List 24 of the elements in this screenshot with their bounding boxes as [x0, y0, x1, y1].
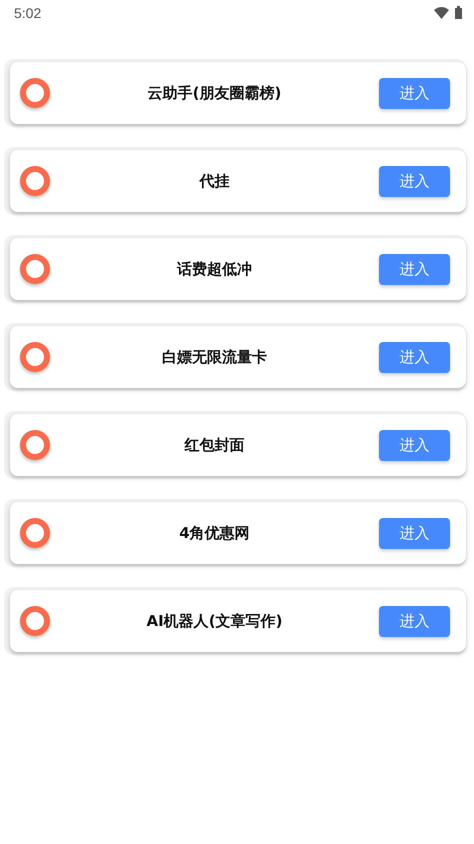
- enter-button[interactable]: 进入: [379, 606, 450, 636]
- enter-button[interactable]: 进入: [379, 430, 450, 460]
- item-title: AI机器人(文章写作): [146, 612, 284, 630]
- ring-icon: [20, 342, 50, 372]
- item-title: 红包封面: [183, 436, 246, 454]
- wifi-icon: [434, 6, 449, 18]
- ring-icon: [20, 518, 50, 548]
- item-title: 白嫖无限流量卡: [161, 348, 268, 366]
- ring-icon: [20, 166, 50, 196]
- item-title: 4角优惠网: [178, 524, 251, 542]
- status-time: 5:02: [14, 4, 42, 20]
- item-title: 代挂: [198, 172, 230, 190]
- item-title: 云助手(朋友圈霸榜): [146, 84, 282, 102]
- ring-icon: [20, 78, 50, 108]
- enter-button[interactable]: 进入: [379, 518, 450, 548]
- ring-icon: [20, 430, 50, 460]
- enter-button[interactable]: 进入: [379, 342, 450, 372]
- item-title: 话费超低冲: [176, 260, 253, 278]
- enter-button[interactable]: 进入: [379, 254, 450, 284]
- ring-icon: [20, 254, 50, 284]
- ring-icon: [20, 606, 50, 636]
- battery-icon: [455, 6, 462, 19]
- enter-button[interactable]: 进入: [379, 78, 450, 108]
- enter-button[interactable]: 进入: [379, 166, 450, 196]
